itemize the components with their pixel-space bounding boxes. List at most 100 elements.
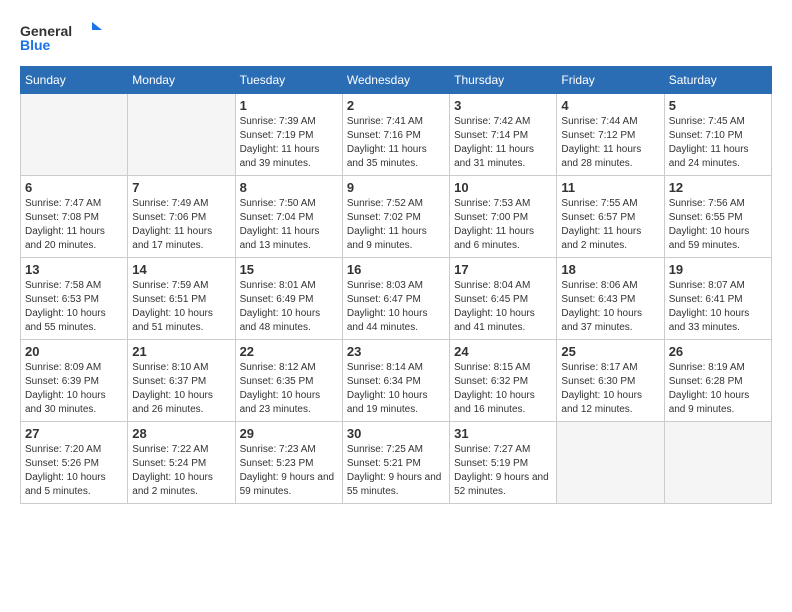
weekday-header-saturday: Saturday [664,67,771,94]
calendar-cell: 7 Sunrise: 7:49 AMSunset: 7:06 PMDaylight… [128,176,235,258]
calendar-cell: 6Sunrise: 7:47 AMSunset: 7:08 PMDaylight… [21,176,128,258]
calendar-cell: 19Sunrise: 8:07 AMSunset: 6:41 PMDayligh… [664,258,771,340]
calendar-cell: 3 Sunrise: 7:42 AMSunset: 7:14 PMDaylight… [450,94,557,176]
weekday-header-tuesday: Tuesday [235,67,342,94]
day-number: 7 [132,180,230,195]
day-number: 8 [240,180,338,195]
calendar-cell: 18 Sunrise: 8:06 AMSunset: 6:43 PMDayligh… [557,258,664,340]
day-info: Sunrise: 7:59 AMSunset: 6:51 PMDaylight:… [132,279,230,335]
day-number: 10 [454,180,552,195]
day-number: 22 [240,344,338,359]
calendar-cell: 8 Sunrise: 7:50 AMSunset: 7:04 PMDaylight… [235,176,342,258]
day-number: 31 [454,426,552,441]
day-number: 9 [347,180,445,195]
calendar-cell: 24 Sunrise: 8:15 AMSunset: 6:32 PMDayligh… [450,340,557,422]
day-info: Sunrise: 8:04 AMSunset: 6:45 PMDaylight:… [454,279,552,335]
calendar-cell: 11Sunrise: 7:55 AMSunset: 6:57 PMDayligh… [557,176,664,258]
weekday-header-friday: Friday [557,67,664,94]
day-number: 30 [347,426,445,441]
weekday-header-monday: Monday [128,67,235,94]
calendar-cell: 20 Sunrise: 8:09 AMSunset: 6:39 PMDayligh… [21,340,128,422]
calendar-cell [128,94,235,176]
calendar-cell: 9 Sunrise: 7:52 AMSunset: 7:02 PMDaylight… [342,176,449,258]
day-number: 18 [561,262,659,277]
week-row-5: 27 Sunrise: 7:20 AMSunset: 5:26 PMDayligh… [21,422,772,504]
day-number: 5 [669,98,767,113]
calendar-cell: 23 Sunrise: 8:14 AMSunset: 6:34 PMDayligh… [342,340,449,422]
day-number: 15 [240,262,338,277]
calendar-cell [21,94,128,176]
day-info: Sunrise: 8:17 AMSunset: 6:30 PMDaylight:… [561,361,659,417]
day-info: Sunrise: 7:23 AMSunset: 5:23 PMDaylight:… [240,443,338,499]
day-info: Sunrise: 7:56 AMSunset: 6:55 PMDaylight:… [669,197,767,253]
logo: GeneralBlue [20,20,110,56]
page-header: GeneralBlue [20,20,772,56]
calendar-cell: 21 Sunrise: 8:10 AMSunset: 6:37 PMDayligh… [128,340,235,422]
day-number: 1 [240,98,338,113]
day-info: Sunrise: 7:27 AMSunset: 5:19 PMDaylight:… [454,443,552,499]
weekday-header-row: SundayMondayTuesdayWednesdayThursdayFrid… [21,67,772,94]
day-info: Sunrise: 8:10 AMSunset: 6:37 PMDaylight:… [132,361,230,417]
day-info: Sunrise: 8:07 AMSunset: 6:41 PMDaylight:… [669,279,767,335]
calendar-table: SundayMondayTuesdayWednesdayThursdayFrid… [20,66,772,504]
day-info: Sunrise: 7:49 AMSunset: 7:06 PMDaylight:… [132,197,230,253]
day-info: Sunrise: 8:19 AMSunset: 6:28 PMDaylight:… [669,361,767,417]
day-number: 4 [561,98,659,113]
calendar-cell: 15 Sunrise: 8:01 AMSunset: 6:49 PMDayligh… [235,258,342,340]
logo-svg: GeneralBlue [20,20,110,56]
calendar-cell [664,422,771,504]
calendar-cell [557,422,664,504]
calendar-cell: 14 Sunrise: 7:59 AMSunset: 6:51 PMDayligh… [128,258,235,340]
day-number: 11 [561,180,659,195]
day-number: 12 [669,180,767,195]
week-row-3: 13 Sunrise: 7:58 AMSunset: 6:53 PMDayligh… [21,258,772,340]
day-info: Sunrise: 7:42 AMSunset: 7:14 PMDaylight:… [454,115,552,171]
day-info: Sunrise: 7:39 AMSunset: 7:19 PMDaylight:… [240,115,338,171]
day-number: 24 [454,344,552,359]
day-info: Sunrise: 7:44 AMSunset: 7:12 PMDaylight:… [561,115,659,171]
day-info: Sunrise: 7:20 AMSunset: 5:26 PMDaylight:… [25,443,123,499]
day-info: Sunrise: 7:50 AMSunset: 7:04 PMDaylight:… [240,197,338,253]
day-number: 14 [132,262,230,277]
day-info: Sunrise: 7:25 AMSunset: 5:21 PMDaylight:… [347,443,445,499]
day-info: Sunrise: 8:01 AMSunset: 6:49 PMDaylight:… [240,279,338,335]
day-info: Sunrise: 8:14 AMSunset: 6:34 PMDaylight:… [347,361,445,417]
day-number: 6 [25,180,123,195]
day-number: 20 [25,344,123,359]
day-number: 27 [25,426,123,441]
week-row-1: 1 Sunrise: 7:39 AMSunset: 7:19 PMDaylight… [21,94,772,176]
day-number: 17 [454,262,552,277]
day-info: Sunrise: 7:41 AMSunset: 7:16 PMDaylight:… [347,115,445,171]
calendar-cell: 5Sunrise: 7:45 AMSunset: 7:10 PMDaylight… [664,94,771,176]
day-info: Sunrise: 8:15 AMSunset: 6:32 PMDaylight:… [454,361,552,417]
calendar-cell: 30 Sunrise: 7:25 AMSunset: 5:21 PMDayligh… [342,422,449,504]
calendar-cell: 12 Sunrise: 7:56 AMSunset: 6:55 PMDayligh… [664,176,771,258]
weekday-header-wednesday: Wednesday [342,67,449,94]
day-info: Sunrise: 8:12 AMSunset: 6:35 PMDaylight:… [240,361,338,417]
weekday-header-thursday: Thursday [450,67,557,94]
day-number: 16 [347,262,445,277]
day-number: 28 [132,426,230,441]
day-number: 26 [669,344,767,359]
week-row-2: 6Sunrise: 7:47 AMSunset: 7:08 PMDaylight… [21,176,772,258]
calendar-cell: 1 Sunrise: 7:39 AMSunset: 7:19 PMDaylight… [235,94,342,176]
calendar-cell: 16Sunrise: 8:03 AMSunset: 6:47 PMDayligh… [342,258,449,340]
calendar-cell: 17 Sunrise: 8:04 AMSunset: 6:45 PMDayligh… [450,258,557,340]
calendar-cell: 28 Sunrise: 7:22 AMSunset: 5:24 PMDayligh… [128,422,235,504]
day-info: Sunrise: 7:58 AMSunset: 6:53 PMDaylight:… [25,279,123,335]
day-number: 21 [132,344,230,359]
calendar-cell: 25Sunrise: 8:17 AMSunset: 6:30 PMDayligh… [557,340,664,422]
calendar-cell: 22 Sunrise: 8:12 AMSunset: 6:35 PMDayligh… [235,340,342,422]
day-info: Sunrise: 8:06 AMSunset: 6:43 PMDaylight:… [561,279,659,335]
day-number: 3 [454,98,552,113]
day-info: Sunrise: 7:53 AMSunset: 7:00 PMDaylight:… [454,197,552,253]
calendar-cell: 27 Sunrise: 7:20 AMSunset: 5:26 PMDayligh… [21,422,128,504]
calendar-cell: 10 Sunrise: 7:53 AMSunset: 7:00 PMDayligh… [450,176,557,258]
day-info: Sunrise: 7:52 AMSunset: 7:02 PMDaylight:… [347,197,445,253]
day-number: 13 [25,262,123,277]
calendar-cell: 2Sunrise: 7:41 AMSunset: 7:16 PMDaylight… [342,94,449,176]
calendar-cell: 13 Sunrise: 7:58 AMSunset: 6:53 PMDayligh… [21,258,128,340]
day-info: Sunrise: 7:22 AMSunset: 5:24 PMDaylight:… [132,443,230,499]
day-info: Sunrise: 8:09 AMSunset: 6:39 PMDaylight:… [25,361,123,417]
day-number: 23 [347,344,445,359]
